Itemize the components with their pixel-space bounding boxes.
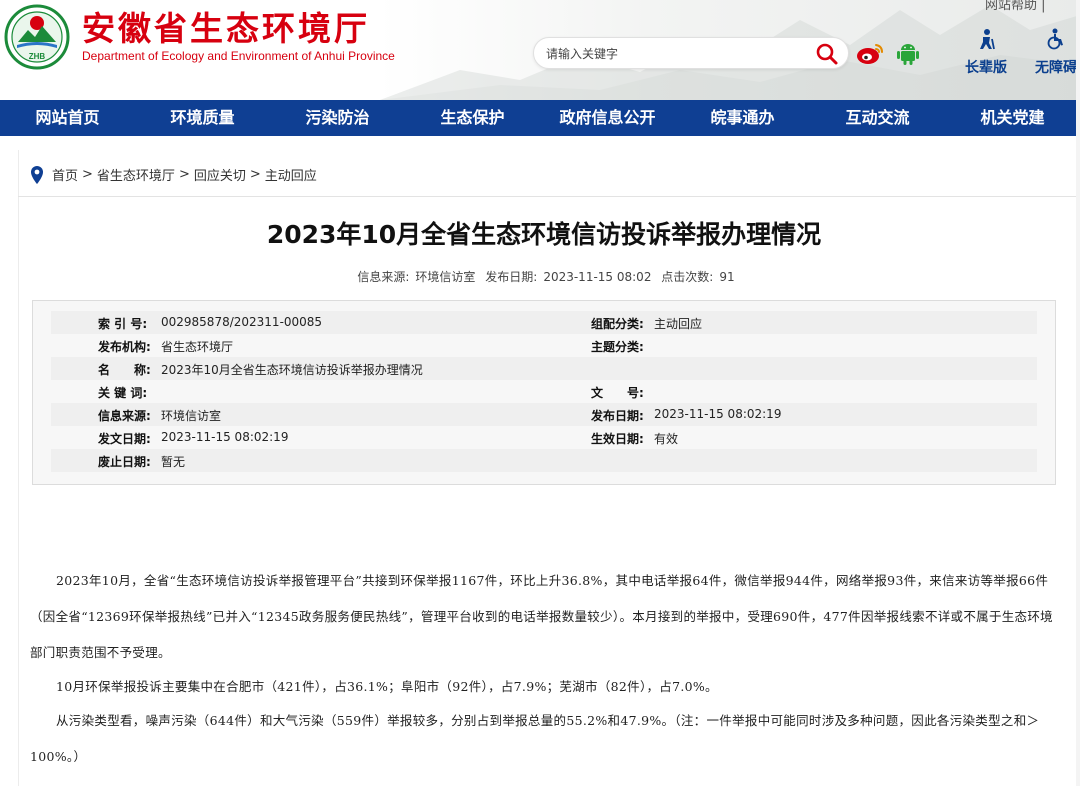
index-no-value: 002985878/202311-00085 (161, 315, 323, 329)
article-title: 2023年10月全省生态环境信访投诉举报办理情况 (266, 220, 822, 249)
search-input[interactable] (546, 44, 796, 64)
search-icon[interactable] (814, 41, 840, 67)
category-label: 组配分类: (591, 317, 644, 331)
index-no-label: 索 引 号: (98, 317, 148, 331)
breadcrumb-separator: > (178, 167, 190, 182)
accessibility-button[interactable]: 无障碍 (1028, 28, 1080, 77)
site-name-en: Department of Ecology and Environment of… (82, 49, 395, 63)
document-info-table: 索 引 号: 002985878/202311-00085 组配分类: 主动回应… (32, 300, 1056, 485)
elder-mode-label: 长辈版 (965, 60, 1007, 76)
site-header: ZHB 安徽省生态环境厅 Department of Ecology and E… (0, 0, 1080, 100)
name-label: 名 称: (98, 363, 151, 377)
breadcrumb-separator: > (82, 167, 93, 182)
info-source-value: 环境信访室 (161, 409, 222, 423)
nav-home[interactable]: 网站首页 (0, 100, 135, 136)
scrollbar-track[interactable] (1076, 0, 1080, 786)
main-nav: 网站首页 环境质量 污染防治 生态保护 政府信息公开 皖事通办 互动交流 机关党… (0, 100, 1080, 136)
location-pin-icon (31, 165, 43, 184)
svg-text:ZHB: ZHB (29, 52, 46, 61)
meta-clicks-label: 点击次数: (661, 270, 714, 284)
expiry-date-label: 废止日期: (98, 455, 151, 469)
nav-interaction[interactable]: 互动交流 (810, 100, 945, 136)
publisher-label: 发布机构: (98, 340, 151, 354)
meta-source-label: 信息来源: (357, 270, 410, 284)
meta-date: 2023-11-15 08:02 (543, 270, 652, 284)
site-name-cn[interactable]: 安徽省生态环境厅 (82, 2, 370, 50)
search-box (533, 37, 849, 69)
nav-government-info[interactable]: 政府信息公开 (540, 100, 675, 136)
meta-clicks: 91 (719, 270, 735, 284)
name-value: 2023年10月全省生态环境信访投诉举报办理情况 (161, 363, 423, 377)
info-row: 发布机构: 省生态环境厅 主题分类: (33, 334, 1057, 357)
breadcrumb: 首页 > 省生态环境厅 > 回应关切 > 主动回应 (30, 165, 317, 184)
expiry-date-value: 暂无 (161, 455, 186, 469)
meta-source: 环境信访室 (415, 270, 476, 284)
article-body: 2023年10月，全省“生态环境信访投诉举报管理平台”共接到环保举报1167件，… (30, 563, 1060, 775)
accessibility-label: 无障碍 (1035, 60, 1077, 76)
topic-label: 主题分类: (591, 340, 644, 354)
android-app-icon[interactable] (893, 39, 923, 67)
nav-environment-quality[interactable]: 环境质量 (135, 100, 270, 136)
breadcrumb-divider (18, 196, 1080, 197)
publisher-value: 省生态环境厅 (161, 340, 234, 354)
agency-emblem-logo[interactable]: ZHB (4, 4, 70, 70)
body-paragraph: 从污染类型看，噪声污染（644件）和大气污染（559件）举报较多，分别占到举报总… (30, 713, 1040, 764)
nav-ecological-protection[interactable]: 生态保护 (405, 100, 540, 136)
wheelchair-icon (1047, 28, 1063, 50)
elder-mode-icon (980, 29, 995, 50)
nav-pollution-control[interactable]: 污染防治 (270, 100, 405, 136)
breadcrumb-active-response[interactable]: 主动回应 (265, 165, 317, 184)
body-paragraph: 10月环保举报投诉主要集中在合肥市（421件），占36.1%；阜阳市（92件），… (56, 679, 718, 694)
breadcrumb-department[interactable]: 省生态环境厅 (97, 165, 175, 184)
nav-wanshitong[interactable]: 皖事通办 (675, 100, 810, 136)
breadcrumb-home[interactable]: 首页 (52, 165, 78, 184)
effective-date-value: 有效 (654, 432, 679, 446)
nav-party-building[interactable]: 机关党建 (945, 100, 1080, 136)
article-meta: 信息来源: 环境信访室 发布日期: 2023-11-15 08:02 点击次数: 91 (0, 268, 1080, 285)
doc-no-label: 文 号: (591, 386, 644, 400)
publish-date-value: 2023-11-15 08:02:19 (654, 407, 782, 421)
help-link[interactable]: 网站帮助 | (985, 0, 1046, 13)
info-source-label: 信息来源: (98, 409, 151, 423)
info-row: 发文日期: 2023-11-15 08:02:19 生效日期: 有效 (33, 426, 1057, 449)
info-row: 索 引 号: 002985878/202311-00085 组配分类: 主动回应 (33, 311, 1057, 334)
meta-date-label: 发布日期: (485, 270, 538, 284)
publish-date-label: 发布日期: (591, 409, 644, 423)
info-row: 名 称: 2023年10月全省生态环境信访投诉举报办理情况 (33, 357, 1057, 380)
issue-date-label: 发文日期: (98, 432, 151, 446)
issue-date-value: 2023-11-15 08:02:19 (161, 430, 289, 444)
weibo-icon[interactable] (854, 39, 886, 67)
keywords-label: 关 键 词: (98, 386, 148, 400)
body-paragraph: 2023年10月，全省“生态环境信访投诉举报管理平台”共接到环保举报1167件，… (30, 573, 1053, 660)
breadcrumb-responses[interactable]: 回应关切 (194, 165, 246, 184)
elder-mode-button[interactable]: 长辈版 (958, 28, 1014, 77)
info-row: 关 键 词: 文 号: (33, 380, 1057, 403)
info-row-shade (51, 449, 1037, 472)
effective-date-label: 生效日期: (591, 432, 644, 446)
info-row: 信息来源: 环境信访室 发布日期: 2023-11-15 08:02:19 (33, 403, 1057, 426)
info-row: 废止日期: 暂无 (33, 449, 1057, 472)
category-value: 主动回应 (654, 317, 703, 331)
breadcrumb-separator: > (249, 167, 261, 182)
